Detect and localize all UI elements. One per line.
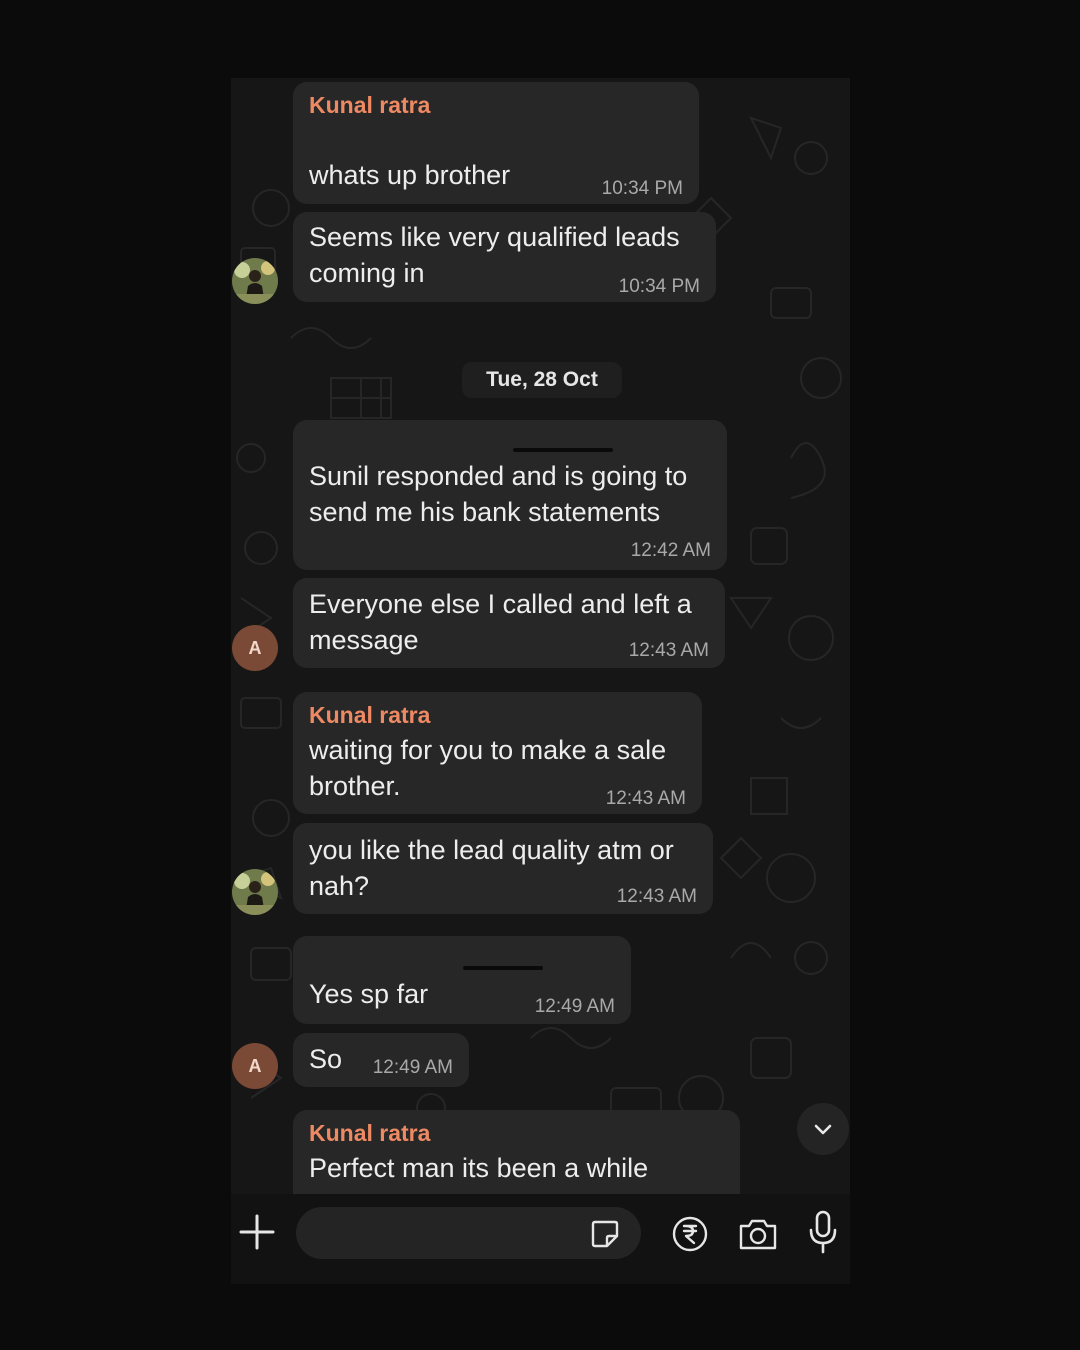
- message-time: 12:43 AM: [605, 788, 686, 809]
- redaction-mark: [513, 448, 613, 452]
- chat-screen: Kunal ratra whats up brother 10:34 PM Se…: [231, 78, 850, 1284]
- sender-name[interactable]: Kunal ratra: [309, 92, 430, 119]
- avatar[interactable]: A: [232, 625, 278, 671]
- message-list[interactable]: Kunal ratra whats up brother 10:34 PM Se…: [231, 78, 850, 1194]
- redaction-mark: [463, 966, 543, 970]
- camera-icon[interactable]: [738, 1216, 778, 1252]
- message-time: 10:34 PM: [601, 178, 683, 199]
- message-time: 10:34 PM: [618, 276, 700, 297]
- message-bubble[interactable]: Yes sp far 12:49 AM: [293, 936, 631, 1024]
- avatar[interactable]: A: [232, 1043, 278, 1089]
- sender-name[interactable]: Kunal ratra: [309, 1120, 430, 1147]
- message-bubble[interactable]: Seems like very qualified leads coming i…: [293, 212, 716, 302]
- composer-bar: [231, 1194, 850, 1284]
- message-text: Sunil responded and is going to send me …: [309, 461, 688, 527]
- message-time: 12:43 AM: [616, 886, 697, 907]
- message-bubble[interactable]: Kunal ratra waiting for you to make a sa…: [293, 692, 702, 814]
- message-text: whats up brother: [309, 160, 511, 190]
- sender-name[interactable]: Kunal ratra: [309, 702, 430, 729]
- avatar[interactable]: [232, 258, 278, 304]
- message-bubble[interactable]: So 12:49 AM: [293, 1033, 469, 1087]
- message-bubble[interactable]: Kunal ratra Perfect man its been a while: [293, 1110, 740, 1194]
- sticker-icon[interactable]: [589, 1218, 621, 1250]
- message-time: 12:43 AM: [628, 640, 709, 661]
- avatar[interactable]: [232, 869, 278, 915]
- message-bubble[interactable]: Kunal ratra whats up brother 10:34 PM: [293, 82, 699, 204]
- message-bubble[interactable]: Everyone else I called and left a messag…: [293, 578, 725, 668]
- chevron-down-icon: [814, 1124, 832, 1135]
- message-bubble[interactable]: Sunil responded and is going to send me …: [293, 420, 727, 570]
- message-time: 12:42 AM: [630, 540, 711, 561]
- rupee-icon[interactable]: [672, 1216, 708, 1252]
- message-text: So: [309, 1044, 343, 1074]
- date-separator: Tue, 28 Oct: [462, 362, 622, 398]
- scroll-to-bottom-button[interactable]: [797, 1103, 849, 1155]
- message-bubble[interactable]: you like the lead quality atm or nah? 12…: [293, 823, 713, 914]
- message-time: 12:49 AM: [534, 996, 615, 1017]
- message-text: Perfect man its been a while: [309, 1153, 649, 1183]
- mic-icon[interactable]: [808, 1210, 838, 1254]
- message-text: Yes sp far: [309, 979, 429, 1009]
- plus-icon[interactable]: [239, 1214, 275, 1250]
- message-time: 12:49 AM: [372, 1057, 453, 1078]
